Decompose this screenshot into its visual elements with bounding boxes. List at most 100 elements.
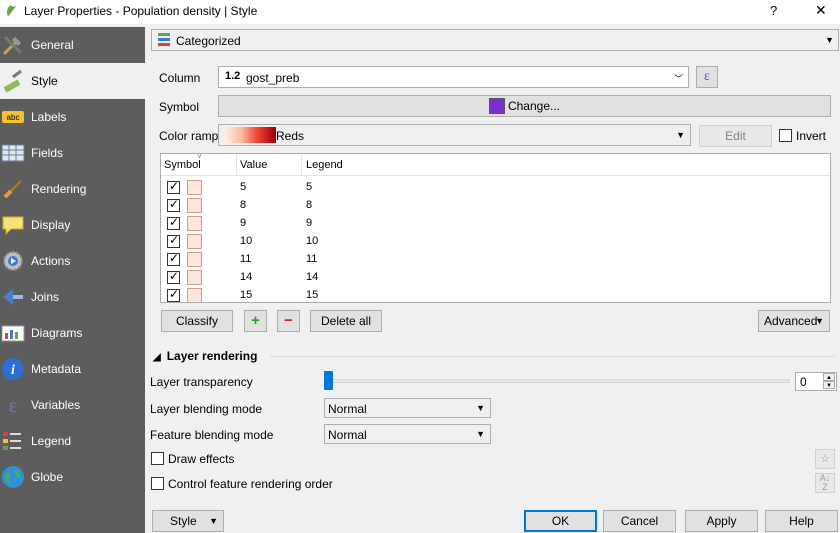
chart-icon (1, 325, 25, 342)
help-title-button[interactable]: ? (770, 3, 777, 18)
spin-down-icon[interactable]: ▼ (823, 381, 835, 389)
sidebar-item-variables[interactable]: ε Variables (0, 387, 145, 423)
sidebar-item-legend[interactable]: Legend (0, 423, 145, 459)
transparency-spinbox[interactable]: 0 ▲ ▼ (795, 372, 837, 391)
qgis-logo-icon (7, 5, 16, 17)
add-category-button[interactable]: + (244, 310, 267, 332)
invert-label: Invert (796, 129, 827, 143)
style-menu-label: Style (170, 514, 197, 528)
color-ramp-label: Color ramp (159, 129, 219, 143)
help-button[interactable]: Help (765, 510, 838, 532)
layer-blending-value: Normal (328, 402, 367, 416)
symbol-label: Symbol (159, 100, 200, 114)
color-ramp-preview (224, 127, 276, 143)
row-legend: 9 (306, 217, 313, 229)
row-checkbox[interactable] (167, 233, 180, 248)
table-row[interactable]: 11 11 (161, 250, 830, 268)
control-order-checkbox[interactable] (151, 477, 164, 490)
sidebar-item-actions[interactable]: Actions (0, 243, 145, 279)
row-legend: 5 (306, 181, 313, 193)
row-value: 11 (240, 253, 252, 265)
sidebar-item-fields[interactable]: Fields (0, 135, 145, 171)
epsilon-icon: ε (9, 395, 17, 417)
apply-button[interactable]: Apply (685, 510, 758, 532)
sidebar-item-metadata[interactable]: i Metadata (0, 351, 145, 387)
layer-blending-select[interactable]: Normal ▼ (324, 398, 491, 418)
row-value: 8 (240, 199, 247, 211)
edit-ramp-button[interactable]: Edit (699, 125, 772, 147)
chevron-down-icon: ▼ (476, 429, 485, 439)
transparency-slider-track[interactable] (327, 379, 790, 383)
layer-rendering-header[interactable]: ◢ Layer rendering (153, 349, 257, 363)
table-row[interactable]: 10 10 (161, 232, 830, 250)
remove-category-button[interactable]: − (277, 310, 300, 332)
row-symbol-swatch[interactable] (187, 198, 202, 213)
table-row[interactable]: 14 14 (161, 268, 830, 286)
delete-all-button[interactable]: Delete all (310, 310, 382, 332)
sidebar-item-label: Rendering (31, 182, 87, 196)
sidebar-item-label: Variables (31, 398, 81, 412)
renderer-type-select[interactable]: Categorized ▼ (151, 29, 839, 51)
advanced-button[interactable]: Advanced ▼ (758, 310, 830, 332)
color-ramp-value: Reds (276, 129, 305, 143)
row-checkbox[interactable] (167, 287, 180, 302)
row-checkbox[interactable] (167, 251, 180, 266)
ok-button[interactable]: OK (524, 510, 597, 532)
row-symbol-swatch[interactable] (187, 270, 202, 285)
transparency-slider-handle[interactable] (324, 371, 333, 390)
sidebar-item-display[interactable]: Display (0, 207, 145, 243)
row-symbol-swatch[interactable] (187, 234, 202, 249)
sort-indicator-icon: ˅ (197, 153, 202, 161)
classify-button[interactable]: Classify (161, 310, 233, 332)
chevron-down-icon: ▼ (825, 35, 834, 45)
close-button[interactable]: ✕ (815, 2, 827, 19)
sidebar-item-labels[interactable]: abc Labels (0, 99, 145, 135)
svg-text:i: i (11, 363, 15, 378)
table-row[interactable]: 8 8 (161, 196, 830, 214)
sidebar-item-diagrams[interactable]: Diagrams (0, 315, 145, 351)
sidebar-item-label: Labels (31, 110, 67, 124)
column-label: Column (159, 71, 201, 85)
sort-az-icon[interactable]: A↓ Z (815, 473, 835, 493)
sidebar-item-rendering[interactable]: Rendering (0, 171, 145, 207)
color-ramp-select[interactable]: Reds ▼ (218, 124, 691, 146)
row-symbol-swatch[interactable] (187, 288, 202, 302)
legend-icon (3, 432, 21, 450)
row-legend: 14 (306, 271, 319, 283)
sidebar-item-joins[interactable]: Joins (0, 279, 145, 315)
table-row[interactable]: 5 5 (161, 178, 830, 196)
column-select[interactable]: 1.2 gost_preb ﹀ (218, 66, 689, 88)
feature-blending-select[interactable]: Normal ▼ (324, 424, 491, 444)
style-menu-button[interactable]: Style ▼ (152, 510, 224, 532)
row-checkbox[interactable] (167, 179, 180, 194)
row-checkbox[interactable] (167, 269, 180, 284)
symbol-change-button[interactable]: Change... (218, 95, 831, 117)
effects-star-icon[interactable]: ☆ (815, 449, 835, 469)
blending-mode-label: Layer blending mode (150, 402, 263, 416)
cancel-button[interactable]: Cancel (603, 510, 676, 532)
expression-button[interactable]: ε (696, 66, 718, 88)
table-row[interactable]: 15 15 (161, 286, 830, 302)
sidebar-item-label: Display (31, 218, 71, 232)
invert-checkbox[interactable] (779, 129, 792, 142)
row-checkbox[interactable] (167, 197, 180, 212)
row-symbol-swatch[interactable] (187, 216, 202, 231)
draw-effects-checkbox[interactable] (151, 452, 164, 465)
sidebar-item-general[interactable]: General (0, 27, 145, 63)
chevron-down-icon: ▼ (209, 516, 218, 526)
categorized-icon (158, 33, 170, 46)
transparency-label: Layer transparency (150, 375, 253, 389)
spin-up-icon[interactable]: ▲ (823, 373, 835, 381)
categories-table[interactable]: Symbol ˅ Value Legend 5 5 8 8 9 9 (160, 153, 831, 303)
sidebar-item-style[interactable]: Style (0, 63, 145, 99)
row-checkbox[interactable] (167, 215, 180, 230)
style-panel: Categorized ▼ Column 1.2 gost_preb ﹀ ε S… (145, 27, 840, 533)
table-row[interactable]: 9 9 (161, 214, 830, 232)
row-symbol-swatch[interactable] (187, 252, 202, 267)
collapse-triangle-icon: ◢ (153, 352, 161, 363)
sidebar-item-label: Globe (31, 470, 64, 484)
row-value: 15 (240, 289, 253, 301)
row-symbol-swatch[interactable] (187, 180, 202, 195)
chevron-down-icon: ▼ (476, 403, 485, 413)
sidebar-item-globe[interactable]: Globe (0, 459, 145, 495)
